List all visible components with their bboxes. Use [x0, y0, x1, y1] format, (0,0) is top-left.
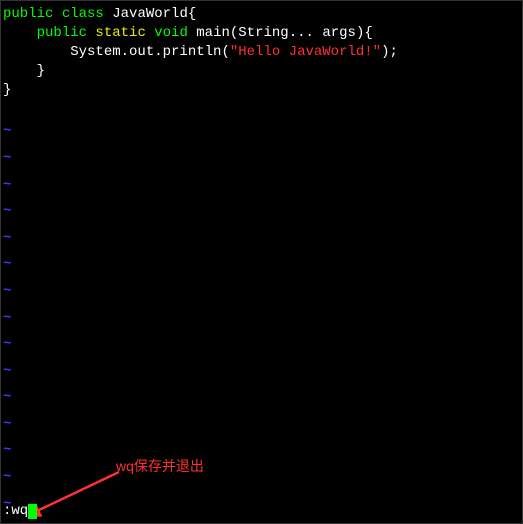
keyword-public: public [3, 6, 53, 22]
empty-line-marker: ~ [3, 437, 520, 464]
code-line: } [3, 62, 520, 81]
method-name: main [188, 25, 230, 41]
command-line[interactable]: :wq [3, 503, 37, 519]
command-prefix: : [3, 503, 11, 519]
method-call: System.out.println [70, 44, 221, 60]
empty-line-marker: ~ [3, 172, 520, 199]
cursor-icon [28, 504, 37, 519]
empty-line-marker: ~ [3, 464, 520, 491]
blank-line [3, 99, 520, 118]
code-line: } [3, 81, 520, 100]
command-text: wq [11, 503, 28, 519]
empty-line-marker: ~ [3, 225, 520, 252]
empty-line-marker: ~ [3, 198, 520, 225]
keyword-void: void [146, 25, 188, 41]
keyword-static: static [87, 25, 146, 41]
empty-line-marker: ~ [3, 411, 520, 438]
keyword-class: class [62, 6, 104, 22]
empty-line-marker: ~ [3, 491, 520, 518]
empty-line-marker: ~ [3, 118, 520, 145]
keyword-public: public [37, 25, 87, 41]
class-name: JavaWorld [104, 6, 188, 22]
annotation-text: wq保存并退出 [116, 456, 204, 476]
brace-close: } [3, 82, 11, 98]
empty-line-marker: ~ [3, 278, 520, 305]
empty-line-marker: ~ [3, 358, 520, 385]
empty-line-marker: ~ [3, 305, 520, 332]
code-line: System.out.println("Hello JavaWorld!"); [3, 43, 520, 62]
brace-open: { [188, 6, 196, 22]
empty-line-marker: ~ [3, 384, 520, 411]
brace-close: } [37, 63, 45, 79]
code-line: public class JavaWorld{ [3, 5, 520, 24]
code-line: public static void main(String... args){ [3, 24, 520, 43]
empty-line-marker: ~ [3, 331, 520, 358]
empty-line-marker: ~ [3, 145, 520, 172]
string-literal: "Hello JavaWorld!" [230, 44, 381, 60]
empty-line-marker: ~ [3, 251, 520, 278]
editor-view[interactable]: public class JavaWorld{ public static vo… [1, 1, 522, 521]
type-name: String [238, 25, 288, 41]
